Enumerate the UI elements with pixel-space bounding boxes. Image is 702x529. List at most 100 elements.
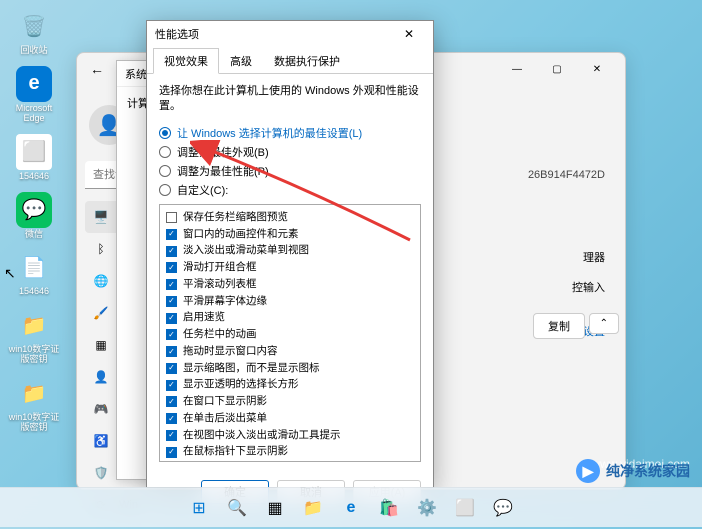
desktop-icon-wechat[interactable]: 💬微信 xyxy=(8,192,60,240)
check-label: 窗口内的动画控件和元素 xyxy=(183,227,299,243)
check-label: 在单击后淡出菜单 xyxy=(183,411,267,427)
search-icon[interactable]: 🔍 xyxy=(220,491,254,525)
radio-option-3[interactable]: 自定义(C): xyxy=(159,182,421,198)
check-label: 在视图中淡入淡出或滑动工具提示 xyxy=(183,428,341,444)
check-option-4[interactable]: 平滑滚动列表框 xyxy=(166,277,414,293)
expand-button[interactable]: ⌃ xyxy=(589,313,619,334)
check-option-0[interactable]: 保存任务栏缩略图预览 xyxy=(166,210,414,226)
radio-label: 自定义(C): xyxy=(177,182,228,198)
check-option-11[interactable]: 在窗口下显示阴影 xyxy=(166,394,414,410)
desktop-icon-file1[interactable]: ⬜154646 xyxy=(8,134,60,182)
check-option-8[interactable]: 拖动时显示窗口内容 xyxy=(166,344,414,360)
performance-options-dialog: 性能选项 ✕ 视觉效果 高级 数据执行保护 选择你想在此计算机上使用的 Wind… xyxy=(146,20,434,488)
perf-description: 选择你想在此计算机上使用的 Windows 外观和性能设置。 xyxy=(159,84,421,115)
check-label: 显示缩略图，而不是显示图标 xyxy=(183,361,320,377)
checkbox-icon xyxy=(166,296,177,307)
checkbox-icon xyxy=(166,363,177,374)
nav-icon: ᛒ xyxy=(93,241,109,257)
check-option-6[interactable]: 启用速览 xyxy=(166,310,414,326)
text-proc: 理器 xyxy=(583,249,605,265)
check-option-14[interactable]: 在鼠标指针下显示阴影 xyxy=(166,444,414,460)
radio-icon xyxy=(159,146,171,158)
nav-icon: 🌐 xyxy=(93,273,109,289)
check-option-5[interactable]: 平滑屏幕字体边缘 xyxy=(166,294,414,310)
checkbox-icon xyxy=(166,447,177,458)
check-label: 平滑屏幕字体边缘 xyxy=(183,294,267,310)
checkbox-icon xyxy=(166,413,177,424)
minimize-button[interactable]: — xyxy=(497,55,537,83)
radio-option-0[interactable]: 让 Windows 选择计算机的最佳设置(L) xyxy=(159,125,421,141)
sysprop-title: 系统 xyxy=(125,66,147,82)
watermark-logo-icon: ▶ xyxy=(576,459,600,483)
options-list[interactable]: 保存任务栏缩略图预览窗口内的动画控件和元素淡入淡出或滑动菜单到视图滑动打开组合框… xyxy=(159,204,421,462)
check-label: 滑动打开组合框 xyxy=(183,260,257,276)
check-label: 淡入淡出或滑动菜单到视图 xyxy=(183,243,309,259)
tab-advanced[interactable]: 高级 xyxy=(219,48,263,74)
app-icon[interactable]: ⬜ xyxy=(448,491,482,525)
check-option-9[interactable]: 显示缩略图，而不是显示图标 xyxy=(166,361,414,377)
check-label: 任务栏中的动画 xyxy=(183,327,257,343)
taskbar: ⊞ 🔍 ▦ 📁 e 🛍️ ⚙️ ⬜ 💬 xyxy=(0,487,702,527)
watermark-brand: 纯净系统家园 xyxy=(606,461,690,481)
close-button[interactable]: ✕ xyxy=(577,55,617,83)
checkbox-icon xyxy=(166,262,177,273)
perf-title: 性能选项 xyxy=(155,26,199,42)
desktop-icon-folder2[interactable]: 📁win10数字证版密钥 xyxy=(8,375,60,433)
start-button[interactable]: ⊞ xyxy=(182,491,216,525)
check-option-13[interactable]: 在视图中淡入淡出或滑动工具提示 xyxy=(166,428,414,444)
checkbox-icon xyxy=(166,246,177,257)
checkbox-icon xyxy=(166,380,177,391)
nav-icon: 🖌️ xyxy=(93,305,109,321)
desktop-icons: 🗑️回收站 eMicrosoft Edge ⬜154646 💬微信 📄15464… xyxy=(8,8,68,443)
radio-label: 让 Windows 选择计算机的最佳设置(L) xyxy=(177,125,362,141)
check-label: 启用速览 xyxy=(183,310,225,326)
desktop-icon-recycle[interactable]: 🗑️回收站 xyxy=(8,8,60,56)
check-label: 显示亚透明的选择长方形 xyxy=(183,377,299,393)
checkbox-icon xyxy=(166,396,177,407)
radio-label: 调整为最佳性能(P) xyxy=(177,163,269,179)
perf-tabs: 视觉效果 高级 数据执行保护 xyxy=(147,47,433,74)
back-button[interactable]: ← xyxy=(85,57,109,81)
wechat-icon[interactable]: 💬 xyxy=(486,491,520,525)
nav-icon: 👤 xyxy=(93,369,109,385)
check-option-7[interactable]: 任务栏中的动画 xyxy=(166,327,414,343)
nav-icon: 🖥️ xyxy=(93,209,109,225)
check-label: 在鼠标指针下显示阴影 xyxy=(183,444,288,460)
radio-icon xyxy=(159,184,171,196)
checkbox-icon xyxy=(166,229,177,240)
desktop-icon-file2[interactable]: 📄154646 xyxy=(8,249,60,297)
desktop-icon-folder1[interactable]: 📁win10数字证版密钥 xyxy=(8,307,60,365)
checkbox-icon xyxy=(166,313,177,324)
copy-button[interactable]: 复制 xyxy=(533,313,585,339)
taskview-icon[interactable]: ▦ xyxy=(258,491,292,525)
edge-icon[interactable]: e xyxy=(334,491,368,525)
nav-icon: 🛡️ xyxy=(93,465,109,481)
radio-option-2[interactable]: 调整为最佳性能(P) xyxy=(159,163,421,179)
check-option-1[interactable]: 窗口内的动画控件和元素 xyxy=(166,227,414,243)
checkbox-icon xyxy=(166,279,177,290)
checkbox-icon xyxy=(166,212,177,223)
checkbox-icon xyxy=(166,430,177,441)
check-option-15[interactable]: 在桌面上为图标标签使用阴影 xyxy=(166,461,414,462)
close-button[interactable]: ✕ xyxy=(393,23,425,45)
maximize-button[interactable]: ▢ xyxy=(537,55,577,83)
settings-icon[interactable]: ⚙️ xyxy=(410,491,444,525)
perf-titlebar: 性能选项 ✕ xyxy=(147,21,433,47)
watermark-logo: ▶ 纯净系统家园 xyxy=(576,459,690,483)
text-input: 控输入 xyxy=(572,279,605,295)
radio-option-1[interactable]: 调整为最佳外观(B) xyxy=(159,144,421,160)
check-option-2[interactable]: 淡入淡出或滑动菜单到视图 xyxy=(166,243,414,259)
checkbox-icon xyxy=(166,329,177,340)
check-option-12[interactable]: 在单击后淡出菜单 xyxy=(166,411,414,427)
radio-label: 调整为最佳外观(B) xyxy=(177,144,269,160)
check-label: 保存任务栏缩略图预览 xyxy=(183,210,288,226)
check-option-10[interactable]: 显示亚透明的选择长方形 xyxy=(166,377,414,393)
check-option-3[interactable]: 滑动打开组合框 xyxy=(166,260,414,276)
explorer-icon[interactable]: 📁 xyxy=(296,491,330,525)
tab-visual-effects[interactable]: 视觉效果 xyxy=(153,48,219,74)
tab-dep[interactable]: 数据执行保护 xyxy=(263,48,351,74)
product-id: 26B914F4472D xyxy=(528,169,605,181)
check-label: 平滑滚动列表框 xyxy=(183,277,257,293)
desktop-icon-edge[interactable]: eMicrosoft Edge xyxy=(8,66,60,124)
store-icon[interactable]: 🛍️ xyxy=(372,491,406,525)
